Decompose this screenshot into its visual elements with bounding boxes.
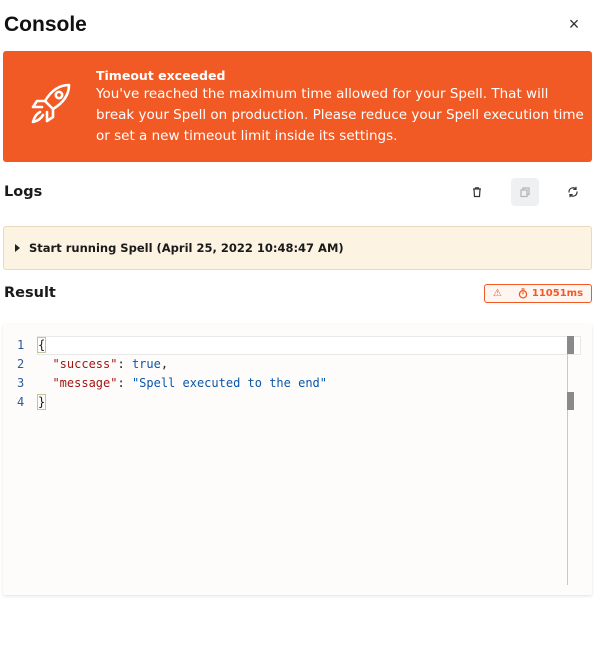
code-line: }: [36, 394, 47, 410]
json-value: "Spell executed to the end": [131, 376, 328, 390]
close-button[interactable]: ×: [564, 14, 584, 34]
execution-time: 11051ms: [518, 288, 583, 299]
execution-time-value: 11051ms: [531, 288, 584, 299]
console-header: Console ×: [4, 10, 590, 44]
alert-title: Timeout exceeded: [96, 68, 226, 83]
stopwatch-icon: [518, 288, 528, 299]
line-number: 3: [17, 376, 25, 390]
rocket-icon: [31, 83, 71, 124]
logs-title: Logs: [4, 184, 43, 200]
open-brace: {: [36, 337, 47, 353]
refresh-logs-button[interactable]: [559, 178, 587, 206]
json-key: "message": [52, 376, 118, 390]
active-line-highlight: [37, 336, 581, 355]
result-code-editor[interactable]: 1 2 3 4 { "success": true, "message": "S…: [3, 324, 592, 595]
code-line: {: [36, 337, 47, 353]
status-badge: ⚠ 11051ms: [484, 284, 592, 303]
close-brace: }: [36, 394, 47, 410]
json-key: "success": [52, 357, 118, 371]
trash-icon: [473, 187, 481, 198]
close-icon: ×: [568, 13, 580, 34]
line-number: 2: [17, 357, 25, 371]
caret-right-icon: [15, 244, 20, 252]
timeout-alert: Timeout exceeded You've reached the maxi…: [3, 51, 592, 162]
code-line: "success": true,: [52, 357, 169, 371]
clear-logs-button[interactable]: [463, 178, 491, 206]
json-value: true: [131, 357, 161, 371]
copy-icon: [520, 187, 530, 198]
log-entry-text: Start running Spell (April 25, 2022 10:4…: [29, 241, 344, 255]
refresh-icon: [568, 186, 578, 198]
line-number: 1: [17, 338, 25, 352]
line-number: 4: [17, 395, 25, 409]
alert-content: Timeout exceeded You've reached the maxi…: [96, 67, 584, 147]
code-line: "message": "Spell executed to the end": [52, 376, 328, 390]
scrollbar-marker: [567, 392, 574, 410]
warning-icon: ⚠: [492, 288, 502, 299]
log-entry[interactable]: Start running Spell (April 25, 2022 10:4…: [3, 226, 592, 270]
editor-scrollbar[interactable]: [567, 336, 568, 585]
result-title: Result: [4, 285, 56, 301]
page-title: Console: [4, 13, 87, 36]
alert-message: You've reached the maximum time allowed …: [96, 86, 584, 144]
copy-logs-button[interactable]: [511, 178, 539, 206]
scrollbar-marker: [567, 336, 574, 354]
